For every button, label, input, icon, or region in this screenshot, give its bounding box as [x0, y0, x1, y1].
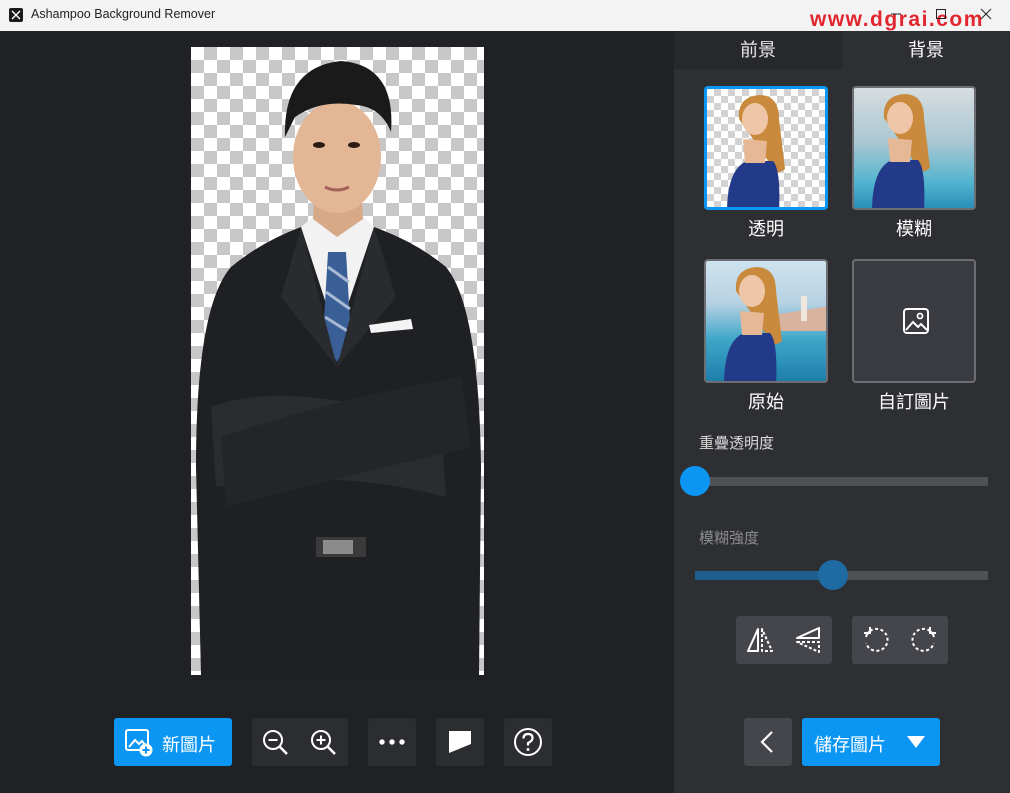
more-options-button[interactable]	[368, 718, 416, 766]
title-bar: Ashampoo Background Remover www.dgrai.co…	[0, 0, 1010, 32]
overlay-opacity-label: 重疊透明度	[699, 434, 775, 452]
zoom-out-icon[interactable]	[260, 727, 290, 757]
bg-label-blur: 模糊	[896, 219, 932, 240]
compare-button[interactable]	[436, 718, 484, 766]
rotate-right-icon[interactable]	[909, 625, 939, 655]
help-icon	[514, 728, 542, 756]
bg-label-original: 原始	[748, 392, 784, 413]
bg-option-custom-image[interactable]	[852, 259, 976, 383]
blur-strength-slider[interactable]	[695, 560, 988, 590]
zoom-in-icon[interactable]	[308, 727, 338, 757]
rotate-left-icon[interactable]	[861, 625, 891, 655]
flip-vertical-icon[interactable]	[793, 625, 823, 655]
more-icon	[379, 739, 405, 745]
bg-label-transparent: 透明	[748, 219, 784, 240]
bg-option-transparent[interactable]	[704, 86, 828, 210]
flip-horizontal-icon[interactable]	[745, 625, 775, 655]
subject-photo	[191, 47, 484, 675]
tab-foreground[interactable]: 前景	[674, 31, 842, 69]
back-button[interactable]	[744, 718, 792, 766]
image-icon	[903, 308, 929, 334]
new-image-label: 新圖片	[162, 735, 216, 756]
settings-panel: 前景 背景 透明 模糊 原始 自訂圖片 重疊透明度 模糊強度 儲存圖片	[674, 31, 1010, 793]
add-image-icon	[124, 727, 154, 761]
minimize-icon[interactable]	[888, 6, 904, 22]
woman-thumbnail-image	[872, 94, 930, 208]
rotate-controls	[852, 616, 948, 664]
new-image-button[interactable]: 新圖片	[114, 718, 232, 766]
blur-strength-fill	[695, 571, 833, 580]
person-cutout-image	[196, 61, 481, 675]
window-title: Ashampoo Background Remover	[31, 7, 216, 21]
bg-option-blur[interactable]	[852, 86, 976, 210]
tab-background[interactable]: 背景	[842, 31, 1010, 69]
bg-label-custom-image: 自訂圖片	[878, 392, 950, 413]
app-logo-icon	[9, 8, 23, 22]
close-icon[interactable]	[978, 6, 994, 22]
overlay-opacity-slider[interactable]	[680, 466, 988, 496]
save-image-button[interactable]: 儲存圖片	[802, 718, 940, 766]
save-image-label: 儲存圖片	[814, 735, 886, 756]
back-icon	[760, 731, 773, 753]
woman-thumbnail-image	[727, 95, 785, 207]
woman-thumbnail-image	[724, 267, 826, 381]
dropdown-arrow-icon[interactable]	[906, 735, 926, 749]
blur-strength-label: 模糊強度	[699, 529, 760, 547]
compare-icon	[449, 731, 471, 753]
blur-strength-thumb[interactable]	[817, 560, 848, 590]
help-button[interactable]	[504, 718, 552, 766]
flip-controls	[736, 616, 832, 664]
image-canvas: 新圖片	[0, 31, 674, 793]
overlay-opacity-thumb[interactable]	[680, 466, 710, 496]
bg-option-original[interactable]	[704, 259, 828, 383]
maximize-icon[interactable]	[933, 6, 949, 22]
zoom-controls	[252, 718, 348, 766]
